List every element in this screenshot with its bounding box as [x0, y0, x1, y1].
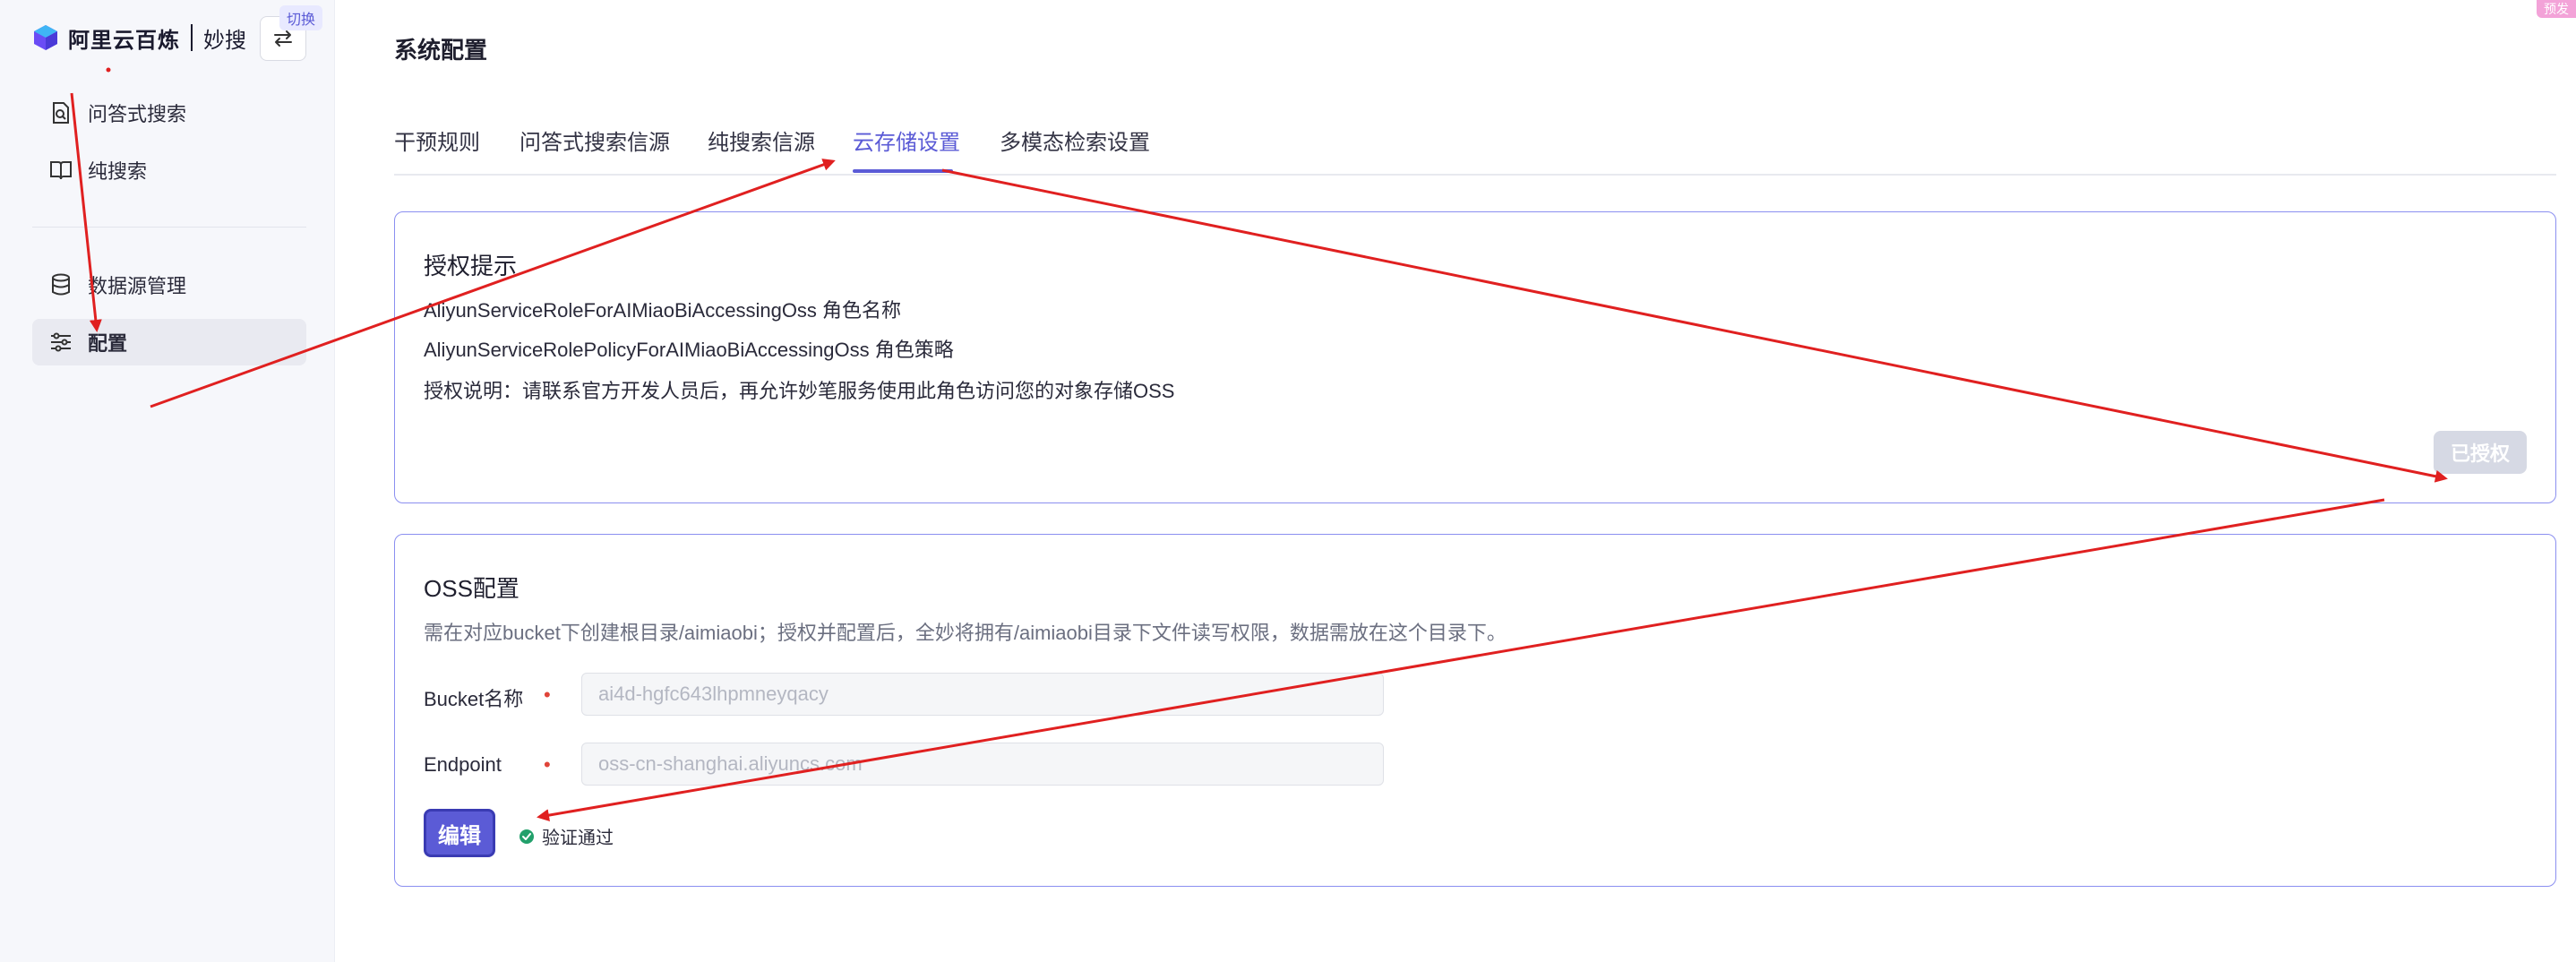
verify-status: 验证通过: [519, 823, 614, 849]
database-icon: [52, 273, 70, 296]
sidebar-item-label: 问答式搜索: [88, 103, 187, 125]
sidebar-item-pure-search[interactable]: 纯搜索: [32, 147, 306, 193]
edit-button[interactable]: 编辑: [424, 809, 495, 857]
auth-card-title: 授权提示: [424, 253, 518, 279]
auth-description: 授权说明：请联系官方开发人员后，再允许妙笔服务使用此角色访问您的对象存储OSS: [424, 380, 1175, 402]
auth-card: 授权提示 AliyunServiceRoleForAIMiaoBiAccessi…: [394, 211, 2556, 503]
page-title: 系统配置: [394, 37, 488, 64]
tab-bar: 干预规则 问答式搜索信源 纯搜索信源 云存储设置 多模态检索设置: [394, 125, 2556, 176]
required-mark: •: [544, 753, 551, 776]
environment-badge: 预发: [2537, 0, 2576, 18]
bucket-value: ai4d-hgfc643lhpmneyqacy: [598, 683, 829, 705]
tab-qa-search-sources[interactable]: 问答式搜索信源: [519, 125, 670, 176]
brand-logo-icon: [34, 25, 57, 50]
nav-divider: [32, 227, 306, 228]
sidebar-item-config[interactable]: 配置: [32, 319, 306, 365]
brand[interactable]: 阿里云百炼 妙搜: [32, 21, 246, 54]
tab-intervention-rules[interactable]: 干预规则: [394, 125, 480, 176]
sidebar-item-datasource[interactable]: 数据源管理: [32, 262, 306, 308]
bucket-label: Bucket名称: [424, 688, 524, 710]
oss-hint: 需在对应bucket下创建根目录/aimiaobi；授权并配置后，全妙将拥有/a…: [424, 622, 1507, 644]
sidebar-item-qa-search[interactable]: 问答式搜索: [32, 90, 306, 136]
sidebar-item-label: 配置: [88, 332, 128, 355]
endpoint-value: oss-cn-shanghai.aliyuncs.com: [598, 752, 863, 775]
switch-tag: 切换: [279, 5, 323, 30]
oss-card-title: OSS配置: [424, 575, 519, 602]
authorized-button[interactable]: 已授权: [2434, 431, 2527, 474]
bucket-input[interactable]: ai4d-hgfc643lhpmneyqacy: [581, 673, 1384, 716]
verify-status-text: 验证通过: [542, 829, 614, 848]
sidebar: 阿里云百炼 妙搜 切换 问答式搜索 纯搜索 数据源管理 配置: [0, 0, 335, 962]
sidebar-item-label: 纯搜索: [88, 160, 148, 183]
role-policy-line: AliyunServiceRolePolicyForAIMiaoBiAccess…: [424, 339, 954, 361]
oss-card: OSS配置 需在对应bucket下创建根目录/aimiaobi；授权并配置后，全…: [394, 534, 2556, 887]
required-mark: •: [544, 683, 551, 706]
endpoint-input[interactable]: oss-cn-shanghai.aliyuncs.com: [581, 743, 1384, 786]
book-open-icon: [50, 161, 72, 180]
tab-cloud-storage[interactable]: 云存储设置: [853, 125, 960, 176]
sidebar-item-label: 数据源管理: [88, 275, 187, 297]
brand-name: 阿里云百炼: [68, 28, 180, 53]
file-search-icon: [53, 102, 69, 124]
check-circle-icon: [519, 829, 534, 844]
role-name-line: AliyunServiceRoleForAIMiaoBiAccessingOss…: [424, 299, 902, 322]
tab-multimodal-retrieval[interactable]: 多模态检索设置: [1000, 125, 1150, 176]
active-tab-indicator: [853, 169, 953, 173]
brand-product: 妙搜: [203, 28, 246, 53]
tab-pure-search-sources[interactable]: 纯搜索信源: [708, 125, 815, 176]
sliders-icon: [51, 332, 71, 352]
endpoint-label: Endpoint: [424, 753, 502, 776]
brand-divider: [191, 24, 193, 51]
